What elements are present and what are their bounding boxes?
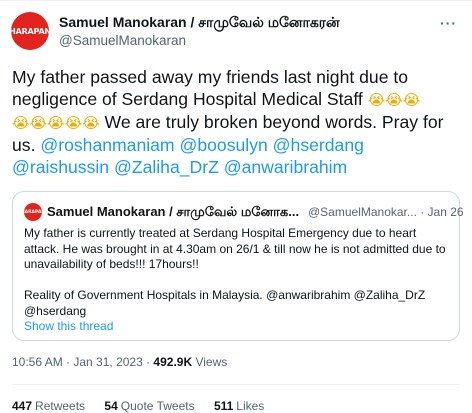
timestamp[interactable]: 10:56 AM · Jan 31, 2023 · xyxy=(12,355,153,369)
divider xyxy=(12,384,460,385)
more-icon[interactable]: ··· xyxy=(440,15,457,31)
tweet-text-part-1: My father passed away my friends last ni… xyxy=(12,67,409,109)
mention-link[interactable]: @roshanmaniam xyxy=(40,135,174,155)
retweets-count: 447 xyxy=(12,399,33,413)
likes-label: Likes xyxy=(236,399,265,413)
quote-tweets-label: Quote Tweets xyxy=(120,399,195,413)
retweets-stat[interactable]: 447 Retweets xyxy=(12,399,85,413)
quote-avatar: HARAPAN xyxy=(20,203,46,221)
engagement-stats: 447 Retweets 54 Quote Tweets 511 Likes xyxy=(12,399,280,413)
views-label: Views xyxy=(192,355,228,369)
author-handle[interactable]: @SamuelManokaran xyxy=(59,33,186,48)
avatar-text: HARAPAN xyxy=(9,26,51,36)
quote-tweets-count: 54 xyxy=(104,399,118,413)
quote-avatar-text: HARAPAN xyxy=(20,209,46,215)
quote-paragraph: Reality of Government Hospitals in Malay… xyxy=(24,288,426,318)
tweet-text: My father passed away my friends last ni… xyxy=(12,66,464,178)
mention-link[interactable]: @raishussin xyxy=(12,157,109,177)
tweet-meta: 10:56 AM · Jan 31, 2023 · 492.9K Views xyxy=(12,355,227,369)
crying-emoji-icon: 😭😭😭 xyxy=(367,91,421,109)
quote-paragraph: My father is currently treated at Serdan… xyxy=(24,226,446,271)
likes-count: 511 xyxy=(213,399,234,413)
show-thread-link[interactable]: Show this thread xyxy=(24,319,113,333)
quote-author-name: Samuel Manokaran / சாமுவேல் மனோக... xyxy=(47,204,300,219)
retweets-label: Retweets xyxy=(35,399,86,413)
quote-handle-date: @SamuelManokar... · Jan 26 xyxy=(308,205,464,219)
author-name[interactable]: Samuel Manokaran / சாமுவேல் மனோகரன் xyxy=(59,14,340,33)
mention-link[interactable]: @anwaribrahim xyxy=(224,157,347,177)
mention-link[interactable]: @boosulyn xyxy=(179,135,267,155)
quoted-tweet[interactable]: HARAPAN Samuel Manokaran / சாமுவேல் மனோக… xyxy=(12,191,464,341)
mention-link[interactable]: @Zaliha_DrZ xyxy=(114,157,219,177)
quote-tweets-stat[interactable]: 54 Quote Tweets xyxy=(104,399,194,413)
likes-stat[interactable]: 511 Likes xyxy=(214,399,264,413)
tweet-card: HARAPAN Samuel Manokaran / சாமுவேல் மனோக… xyxy=(0,0,472,413)
avatar[interactable]: HARAPAN xyxy=(9,12,51,50)
views-count: 492.9K xyxy=(153,355,193,369)
mention-link[interactable]: @hserdang xyxy=(273,135,364,155)
crying-emoji-icon: 😭😭😭😭😭 xyxy=(12,114,100,132)
